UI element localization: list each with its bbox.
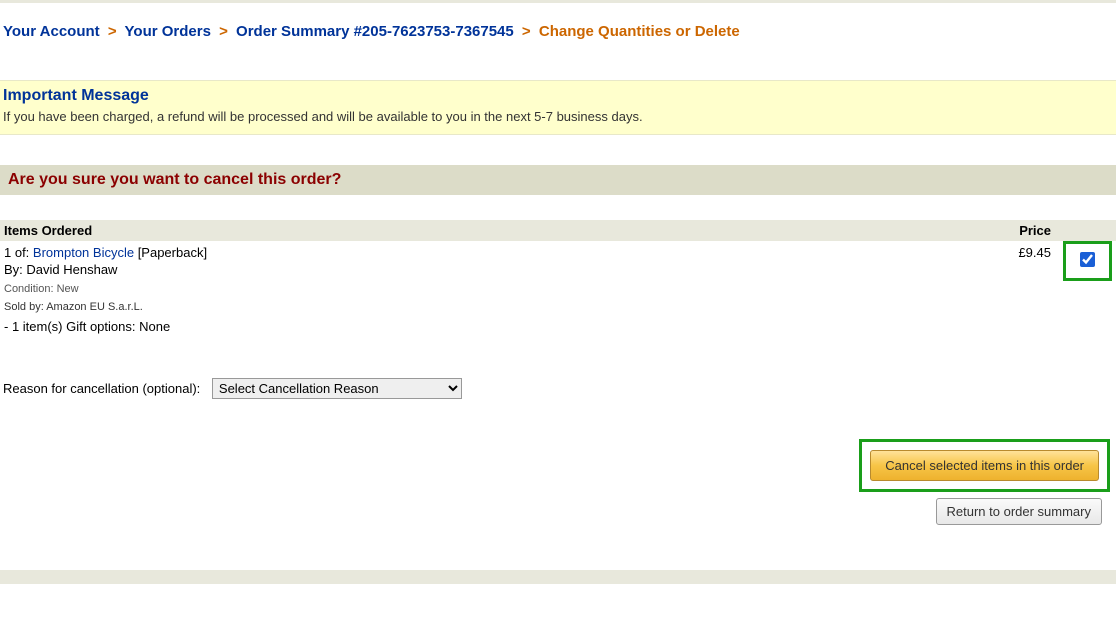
important-message-box: Important Message If you have been charg…	[0, 80, 1116, 135]
select-item-checkbox[interactable]	[1080, 252, 1095, 267]
confirm-cancel-heading: Are you sure you want to cancel this ord…	[0, 165, 1116, 195]
item-condition: Condition: New	[4, 283, 870, 295]
item-title-line: 1 of: Brompton Bicycle [Paperback]	[4, 245, 870, 260]
breadcrumb-your-orders[interactable]: Your Orders	[125, 23, 211, 40]
cancellation-reason-label: Reason for cancellation (optional):	[3, 381, 200, 396]
item-title-link[interactable]: Brompton Bicycle	[33, 245, 134, 260]
checkbox-highlight	[1063, 241, 1112, 281]
items-header-ordered: Items Ordered	[0, 220, 874, 241]
bottom-divider	[0, 570, 1116, 584]
items-header-price: Price	[874, 220, 1059, 241]
item-qty-prefix: 1 of:	[4, 245, 33, 260]
table-row: 1 of: Brompton Bicycle [Paperback] By: D…	[0, 241, 1116, 338]
breadcrumb: Your Account > Your Orders > Order Summa…	[0, 8, 1116, 80]
items-table: Items Ordered Price 1 of: Brompton Bicyc…	[0, 220, 1116, 338]
breadcrumb-sep: >	[104, 23, 121, 40]
breadcrumb-sep: >	[518, 23, 535, 40]
top-divider	[0, 0, 1116, 3]
item-price: £9.45	[874, 241, 1059, 338]
cancel-selected-button[interactable]: Cancel selected items in this order	[870, 450, 1099, 481]
breadcrumb-sep: >	[215, 23, 232, 40]
breadcrumb-current: Change Quantities or Delete	[539, 23, 740, 40]
item-format: [Paperback]	[134, 245, 207, 260]
item-author: By: David Henshaw	[4, 262, 870, 277]
important-message-title: Important Message	[3, 87, 1113, 105]
breadcrumb-your-account[interactable]: Your Account	[3, 23, 100, 40]
buttons-row: Cancel selected items in this order	[0, 439, 1116, 492]
item-gift-options: - 1 item(s) Gift options: None	[4, 319, 870, 334]
cancel-button-highlight: Cancel selected items in this order	[859, 439, 1110, 492]
cancellation-reason-row: Reason for cancellation (optional): Sele…	[0, 378, 1116, 399]
item-seller: Sold by: Amazon EU S.a.r.L.	[4, 301, 870, 313]
breadcrumb-order-summary[interactable]: Order Summary #205-7623753-7367545	[236, 23, 514, 40]
items-table-header: Items Ordered Price	[0, 220, 1116, 241]
important-message-text: If you have been charged, a refund will …	[3, 109, 1113, 124]
cancellation-reason-select[interactable]: Select Cancellation Reason	[212, 378, 462, 399]
return-button-wrap: Return to order summary	[0, 498, 1116, 525]
items-header-checkbox	[1059, 220, 1116, 241]
return-to-summary-button[interactable]: Return to order summary	[936, 498, 1103, 525]
